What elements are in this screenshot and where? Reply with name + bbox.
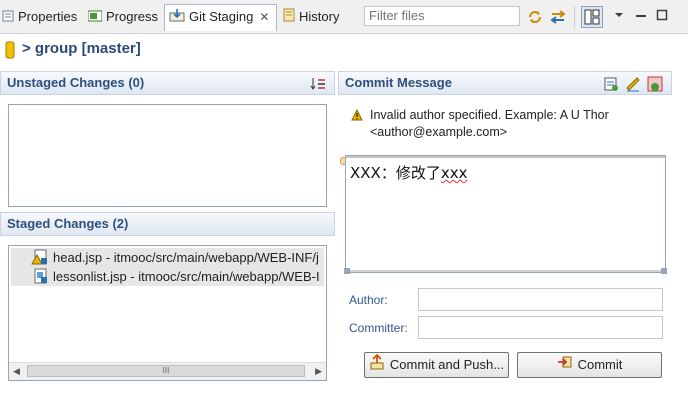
minimize-icon[interactable]	[635, 9, 651, 25]
commit-button[interactable]: Commit	[517, 352, 662, 378]
staged-changes-header: Staged Changes (2)	[0, 212, 335, 236]
commit-message-editor[interactable]: XXX：修改了xxx	[344, 155, 667, 274]
filter-files-input[interactable]	[364, 6, 520, 26]
history-icon	[283, 6, 295, 30]
author-label: Author:	[349, 293, 388, 307]
committer-label: Committer:	[349, 321, 408, 335]
warning-icon	[351, 108, 363, 124]
repository-header: > group [master]	[0, 34, 688, 66]
git-staging-icon	[169, 6, 185, 30]
commit-message-prefix: XXX	[350, 164, 381, 182]
commit-message-body: 修改了	[395, 164, 441, 182]
commit-label: Commit	[577, 357, 623, 372]
refresh-icon[interactable]	[527, 9, 543, 25]
sort-icon[interactable]	[310, 76, 326, 98]
tab-properties-label: Properties	[18, 9, 78, 24]
staged-changes-title: Staged Changes (2)	[7, 216, 129, 231]
properties-icon	[2, 6, 14, 30]
commit-push-icon	[369, 353, 385, 378]
unstaged-changes-list[interactable]	[8, 104, 327, 207]
toolbar-separator	[574, 6, 575, 28]
unstaged-changes-title: Unstaged Changes (0)	[7, 75, 145, 90]
sign-off-icon[interactable]	[625, 76, 641, 99]
jsp-file-conflict-icon	[31, 249, 49, 267]
scrollbar-thumb[interactable]: III	[27, 365, 305, 377]
author-warning-text: Invalid author specified. Example: A U T…	[370, 108, 609, 139]
staged-file-label: head.jsp - itmooc/src/main/webapp/WEB-IN…	[53, 250, 319, 265]
repository-icon	[5, 41, 15, 62]
commit-and-push-label: Commit and Push...	[389, 357, 505, 372]
compare-mode-icon[interactable]	[550, 9, 566, 25]
commit-and-push-button[interactable]: Commit and Push...	[364, 352, 509, 378]
progress-icon	[87, 6, 103, 30]
resize-handle[interactable]	[661, 268, 667, 274]
tab-git-staging[interactable]: Git Staging ✕	[164, 4, 277, 31]
scroll-right-icon[interactable]: ▶	[315, 366, 322, 377]
committer-field[interactable]	[418, 316, 663, 339]
tab-history[interactable]: History	[283, 5, 339, 29]
maximize-icon[interactable]	[656, 9, 672, 25]
scrollbar-grip: III	[162, 366, 170, 375]
commit-message-suffix: xxx	[440, 164, 468, 182]
commit-message-text: XXX：修改了xxx	[350, 162, 468, 183]
staged-changes-list[interactable]: head.jsp - itmooc/src/main/webapp/WEB-IN…	[8, 245, 327, 381]
add-change-id-icon[interactable]	[647, 76, 663, 99]
tab-progress-label: Progress	[106, 9, 159, 24]
commit-message-title: Commit Message	[345, 75, 452, 90]
amend-icon[interactable]	[603, 76, 619, 99]
staged-file-label: lessonlist.jsp - itmooc/src/main/webapp/…	[53, 269, 320, 284]
view-menu-chevron-icon[interactable]	[613, 9, 629, 25]
tab-properties[interactable]: Properties	[2, 5, 77, 29]
scroll-left-icon[interactable]: ◀	[13, 366, 20, 377]
tab-git-staging-label: Git Staging	[189, 9, 254, 24]
layout-toggle-icon[interactable]	[581, 6, 603, 28]
close-icon[interactable]: ✕	[259, 10, 269, 24]
commit-icon	[557, 354, 573, 378]
list-item[interactable]: lessonlist.jsp - itmooc/src/main/webapp/…	[11, 267, 324, 286]
commit-message-header: Commit Message	[338, 71, 672, 95]
commit-message-colon: ：	[380, 164, 396, 182]
tab-history-label: History	[299, 9, 340, 24]
list-item[interactable]: head.jsp - itmooc/src/main/webapp/WEB-IN…	[11, 248, 324, 267]
tab-progress[interactable]: Progress	[87, 5, 159, 30]
resize-handle[interactable]	[344, 268, 350, 274]
repository-title: > group [master]	[22, 40, 141, 57]
horizontal-scrollbar[interactable]: ◀ III ▶	[9, 362, 326, 380]
author-field[interactable]	[418, 288, 663, 311]
jsp-file-added-icon	[31, 268, 49, 286]
view-tab-bar: Properties Progress Git Staging ✕ History	[0, 0, 688, 34]
unstaged-changes-header: Unstaged Changes (0)	[0, 71, 335, 95]
